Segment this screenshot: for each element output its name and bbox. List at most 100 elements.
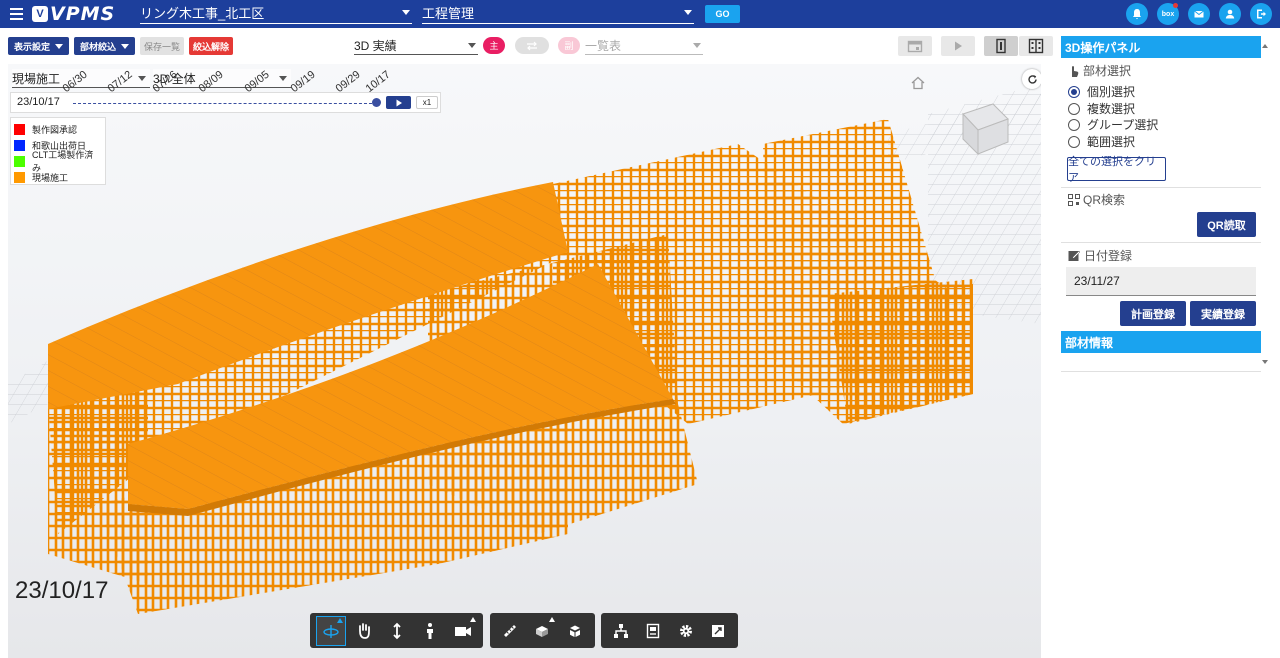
orbit-icon[interactable] [315,615,346,646]
radio-button[interactable] [1068,102,1080,115]
legend-swatch [14,123,25,135]
speed-button[interactable]: x1 [416,96,438,109]
project-select-value: リング木工事_北工区 [140,6,265,21]
chevron-down-icon [693,43,701,48]
panel-scrollbar[interactable] [1262,40,1272,370]
home-icon[interactable] [910,76,926,93]
play-icon [396,99,402,106]
refresh-button[interactable] [1022,69,1041,89]
display-settings-button[interactable]: 表示設定 [8,37,69,55]
measure-icon[interactable] [495,616,525,646]
model-tree-icon[interactable] [606,616,636,646]
building-model[interactable] [8,64,1041,658]
go-button[interactable]: GO [705,5,740,23]
model-tools [601,613,738,648]
chevron-down-icon [121,43,129,49]
scroll-down-icon[interactable] [1262,360,1268,364]
navigation-tools [310,613,483,648]
panel-divider [1061,187,1261,188]
plan-register-button[interactable]: 計画登録 [1120,301,1186,326]
logo-text: VPMS [50,3,116,25]
play-icon [955,41,962,51]
single-view-button[interactable] [984,36,1018,56]
settings-icon[interactable] [671,616,701,646]
legend-label: 現場施工 [32,172,69,183]
play-button[interactable] [941,36,975,56]
timeline-play-button[interactable] [386,96,411,109]
radio-button[interactable] [1068,118,1080,131]
member-info-content [1061,352,1261,372]
header-actions: box [1126,3,1272,25]
member-filter-label: 部材絞込 [79,41,116,52]
walk-icon[interactable] [415,616,445,646]
calendar-button[interactable] [898,36,932,56]
timeline-date: 23/10/17 [17,96,60,108]
legend-item: 製作図承認 [14,121,102,137]
radio-button[interactable] [1068,85,1080,98]
fullscreen-icon[interactable] [703,616,733,646]
explode-icon[interactable] [560,616,590,646]
project-select[interactable]: リング木工事_北工区 [140,2,412,24]
timeline-track[interactable] [73,103,377,104]
module-select-value: 工程管理 [422,6,475,21]
box-icon[interactable]: box [1157,3,1179,25]
pointer-icon [1072,65,1079,77]
chevron-down-icon [55,43,63,49]
qr-read-button[interactable]: QR読取 [1197,212,1256,237]
legend-swatch [14,139,25,151]
register-date-input[interactable]: 23/11/27 [1066,267,1256,296]
status-legend: 製作図承認 和歌山出荷日 CLT工場製作済み 現場施工 [10,117,106,185]
qr-search-heading: QR検索 [1068,191,1125,208]
chevron-down-icon [279,75,287,81]
3d-viewport[interactable]: 現場施工 3D 全体 06/30 07/12 07/26 08/09 09/05… [8,64,1041,658]
radio-group[interactable]: グループ選択 [1068,116,1158,133]
radio-range[interactable]: 範囲選択 [1068,133,1135,150]
legend-item: CLT工場製作済み [14,150,102,173]
qr-code-icon [1068,193,1080,206]
analysis-tools [490,613,595,648]
radio-multiple[interactable]: 複数選択 [1068,100,1135,117]
module-select[interactable]: 工程管理 [422,2,694,24]
top-app-bar: V VPMS リング木工事_北工区 工程管理 GO box [0,0,1280,28]
actual-register-button[interactable]: 実績登録 [1190,301,1256,326]
clear-filter-button[interactable]: 絞込解除 [189,37,233,55]
camera-icon[interactable] [448,616,478,646]
display-settings-label: 表示設定 [13,41,50,52]
list-select-placeholder: 一覧表 [585,39,622,53]
current-date-display: 23/10/17 [15,577,109,604]
legend-swatch [14,155,25,167]
user-icon[interactable] [1219,3,1241,25]
main-chip[interactable]: 主 [483,37,505,54]
member-filter-button[interactable]: 部材絞込 [74,37,135,55]
section-icon[interactable] [527,616,557,646]
chevron-down-icon [468,43,476,48]
mail-icon[interactable] [1188,3,1210,25]
legend-label: 製作図承認 [32,124,78,135]
panel-title: 3D操作パネル [1061,36,1261,58]
qr-search-title: QR検索 [1083,193,1126,207]
pan-icon[interactable] [349,616,379,646]
properties-icon[interactable] [638,616,668,646]
save-list-button[interactable]: 保存一覧 [140,37,184,55]
scroll-up-icon[interactable] [1262,44,1268,48]
timeline-slider-handle[interactable] [372,98,381,107]
sub-chip[interactable]: 副 [558,37,580,54]
swap-icon [527,41,537,50]
split-view-button[interactable] [1019,36,1053,56]
radio-individual[interactable]: 個別選択 [1068,83,1135,100]
member-select-heading: 部材選択 [1068,62,1131,79]
member-select-title: 部材選択 [1083,64,1132,78]
radio-button[interactable] [1068,135,1080,148]
logout-icon[interactable] [1250,3,1272,25]
clear-selection-button[interactable]: 全ての選択をクリア [1067,156,1166,184]
legend-swatch [14,171,25,183]
swap-button[interactable] [515,37,549,54]
view-mode-select[interactable]: 3D 実績 [354,37,478,55]
radio-label: 複数選択 [1087,102,1136,116]
zoom-icon[interactable] [382,616,412,646]
submenu-indicator [469,616,476,622]
menu-icon[interactable] [4,0,28,28]
chevron-down-icon [684,10,692,15]
list-select[interactable]: 一覧表 [585,37,703,55]
bell-icon[interactable] [1126,3,1148,25]
